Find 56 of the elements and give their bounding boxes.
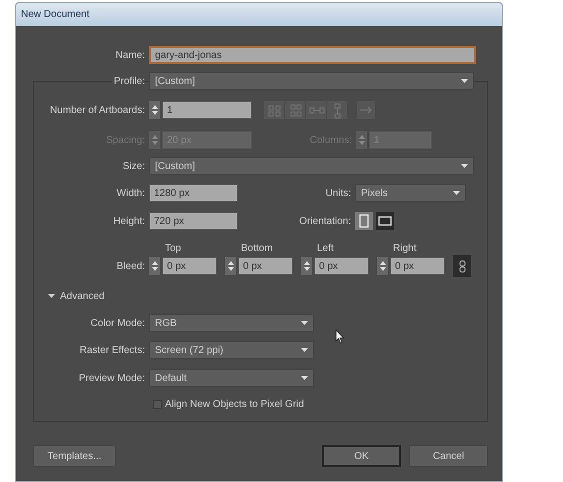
caret-icon [301, 348, 308, 352]
field-label: Color Mode: [90, 316, 145, 330]
caret-icon [301, 376, 308, 380]
triangle-down-icon [48, 294, 55, 298]
portrait-icon [358, 214, 370, 228]
orientation-button[interactable] [376, 212, 394, 230]
landscape-icon [378, 215, 392, 227]
field-label: Width: [116, 186, 145, 200]
input-field[interactable]: gary-and-jonas [149, 46, 476, 64]
spin-button[interactable] [225, 257, 236, 275]
dropdown[interactable]: [Custom] [149, 157, 474, 175]
dropdown[interactable]: Default [149, 369, 314, 387]
input-field[interactable]: 0 px [162, 257, 217, 275]
input-field[interactable]: 1280 px [149, 184, 238, 202]
dropdown[interactable]: Pixels [355, 184, 466, 202]
field-label: Orientation: [299, 214, 351, 228]
dialog-button[interactable]: OK [322, 445, 401, 467]
disclosure-toggle[interactable]: Advanced [48, 288, 104, 304]
caret-icon [301, 321, 308, 325]
link-button[interactable] [453, 255, 471, 277]
input-field[interactable]: 1 [162, 101, 252, 119]
input-field[interactable]: 720 px [149, 212, 238, 230]
caret-icon [453, 191, 460, 195]
field-label: Raster Effects: [80, 344, 145, 358]
field-label: Top [165, 243, 182, 254]
dropdown[interactable]: Screen (72 ppi) [149, 341, 314, 359]
chain-link-icon [458, 260, 466, 272]
field-label: Size: [122, 160, 145, 174]
caret-icon [461, 164, 468, 168]
field-label: Preview Mode: [78, 372, 145, 386]
dropdown[interactable]: [Custom] [149, 72, 474, 90]
field-label: Height: [113, 214, 145, 228]
field-label: Units: [325, 186, 351, 200]
spin-button[interactable] [377, 257, 388, 275]
field-label: Right [393, 243, 416, 254]
field-label: Bottom [241, 243, 273, 254]
checkbox[interactable] [153, 400, 162, 408]
field-label: Bleed: [116, 260, 145, 274]
input-field[interactable]: 0 px [314, 257, 369, 275]
spin-button[interactable] [356, 131, 367, 149]
spin-button[interactable] [149, 257, 160, 275]
field-label: Number of Artboards: [50, 104, 145, 118]
spin-button[interactable] [149, 131, 160, 149]
input-field[interactable]: 0 px [238, 257, 293, 275]
spin-button[interactable] [149, 101, 160, 119]
dropdown[interactable]: RGB [149, 314, 314, 332]
dialog-button[interactable]: Cancel [409, 445, 488, 467]
checkbox-label: Align New Objects to Pixel Grid [165, 398, 304, 412]
input-field[interactable]: 0 px [390, 257, 445, 275]
caret-icon [461, 79, 468, 83]
spin-button[interactable] [301, 257, 312, 275]
field-label: Name: [116, 48, 145, 62]
field-label: Left [317, 243, 334, 254]
mouse-cursor-icon [335, 329, 345, 344]
window-title: New Document [21, 8, 90, 22]
dialog-button[interactable]: Templates... [33, 445, 116, 467]
